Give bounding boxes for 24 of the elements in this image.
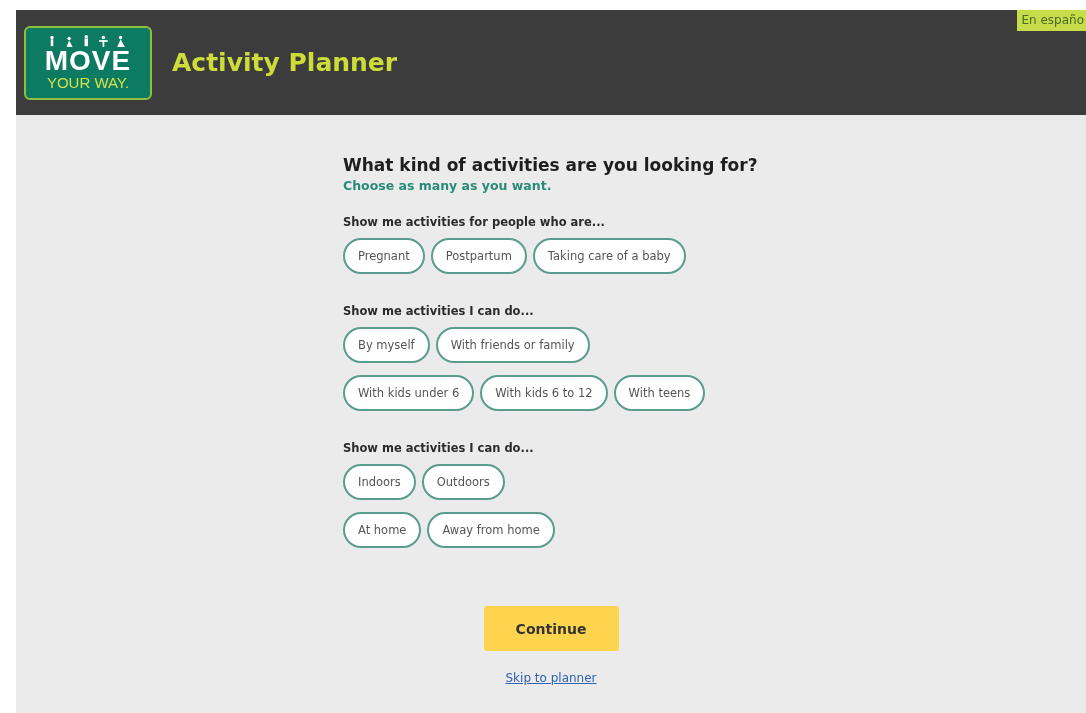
option-chip[interactable]: Indoors bbox=[343, 464, 416, 500]
language-link[interactable]: En españo bbox=[1017, 10, 1086, 31]
option-chip[interactable]: With friends or family bbox=[435, 327, 590, 363]
option-chip[interactable]: Away from home bbox=[427, 512, 555, 548]
option-chip[interactable]: Outdoors bbox=[421, 464, 505, 500]
question-hint: Choose as many as you want. bbox=[343, 178, 553, 193]
option-chip[interactable]: Taking care of a baby bbox=[532, 238, 686, 274]
logo-text: MOVE bbox=[44, 47, 132, 75]
option-chip[interactable]: With teens bbox=[613, 375, 706, 411]
option-chip[interactable]: With kids under 6 bbox=[343, 375, 475, 411]
logo[interactable]: MOVE YOUR WAY. bbox=[24, 25, 152, 100]
option-chip[interactable]: Postpartum bbox=[430, 238, 527, 274]
option-chip[interactable]: At home bbox=[343, 512, 422, 548]
group-label: Show me activities I can do... bbox=[343, 304, 535, 318]
group-label: Show me activities for people who are... bbox=[343, 215, 606, 229]
option-chip[interactable]: Pregnant bbox=[343, 238, 425, 274]
group-label: Show me activities I can do... bbox=[343, 441, 535, 455]
option-chip[interactable]: With kids 6 to 12 bbox=[480, 375, 608, 411]
option-chip[interactable]: By myself bbox=[343, 327, 430, 363]
skip-link[interactable]: Skip to planner bbox=[505, 671, 597, 685]
question-heading: What kind of activities are you looking for? bbox=[343, 155, 759, 175]
logo-tagline: YOUR WAY. bbox=[46, 75, 130, 90]
continue-button[interactable]: Continue bbox=[483, 606, 619, 651]
app-title: Activity Planner bbox=[172, 48, 398, 77]
